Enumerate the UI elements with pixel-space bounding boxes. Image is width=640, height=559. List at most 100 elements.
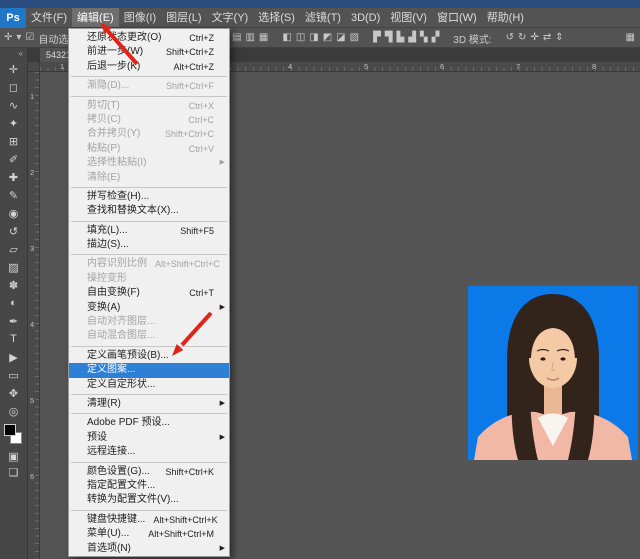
3d-slide-icon[interactable]: ⇄ bbox=[543, 28, 551, 48]
align-top-edges-icon[interactable]: ◩ bbox=[323, 28, 332, 48]
quick-mask-icon[interactable]: ▣ bbox=[0, 448, 27, 464]
3d-roll-icon[interactable]: ↻ bbox=[518, 28, 526, 48]
menu-item-stroke[interactable]: 描边(S)... bbox=[69, 238, 229, 252]
menu-item-free-transform[interactable]: 自由变换(F) Ctrl+T bbox=[69, 286, 229, 300]
menu-item-menus[interactable]: 菜单(U)... Alt+Shift+Ctrl+M bbox=[69, 527, 229, 541]
distribute-left-edges-icon[interactable]: ▟ bbox=[408, 28, 416, 48]
blur-tool-icon[interactable]: ✽ bbox=[0, 276, 27, 294]
menu-type[interactable]: 文字(Y) bbox=[207, 8, 254, 27]
menu-item-copy-merged[interactable]: 合并拷贝(Y) Shift+Ctrl+C bbox=[69, 127, 229, 141]
menu-item-content-aware-scale[interactable]: 内容识别比例 Alt+Shift+Ctrl+C bbox=[69, 257, 229, 271]
eraser-tool-icon[interactable]: ▱ bbox=[0, 240, 27, 258]
marquee-tool-icon[interactable]: ◻ bbox=[0, 78, 27, 96]
menu-item-fill[interactable]: 填充(L)... Shift+F5 bbox=[69, 224, 229, 238]
menu-item-clear[interactable]: 清除(E) bbox=[69, 171, 229, 185]
menu-item-undo-state-change[interactable]: 还原状态更改(O) Ctrl+Z bbox=[69, 31, 229, 45]
collapse-panel-icon[interactable]: « bbox=[0, 48, 27, 60]
dodge-tool-icon[interactable]: ◐ bbox=[0, 294, 27, 312]
lasso-tool-icon[interactable]: ∿ bbox=[0, 96, 27, 114]
menu-3d[interactable]: 3D(D) bbox=[346, 8, 385, 27]
menu-item-adobe-pdf-presets[interactable]: Adobe PDF 预设... bbox=[69, 416, 229, 430]
menu-item-define-pattern[interactable]: 定义图案... bbox=[69, 363, 229, 377]
crop-tool-icon[interactable]: ⊞ bbox=[0, 132, 27, 150]
3d-scale-icon[interactable]: ⇕ bbox=[555, 28, 563, 48]
eyedropper-tool-icon[interactable]: ✐ bbox=[0, 150, 27, 168]
menu-file[interactable]: 文件(F) bbox=[26, 8, 72, 27]
menu-item-transform[interactable]: 变换(A) ▶ bbox=[69, 301, 229, 315]
menu-item-auto-align-layers[interactable]: 自动对齐图层... bbox=[69, 315, 229, 329]
menu-item-paste-special[interactable]: 选择性粘贴(I) ▶ bbox=[69, 156, 229, 170]
photo-eye-right bbox=[560, 357, 565, 360]
quick-selection-tool-icon[interactable]: ✦ bbox=[0, 114, 27, 132]
menu-item-puppet-warp[interactable]: 操控变形 bbox=[69, 272, 229, 286]
menu-window[interactable]: 窗口(W) bbox=[432, 8, 482, 27]
menu-item-define-custom-shape[interactable]: 定义自定形状... bbox=[69, 378, 229, 392]
3d-drag-icon[interactable]: ✛ bbox=[530, 28, 538, 48]
path-selection-tool-icon[interactable]: ▶ bbox=[0, 348, 27, 366]
menu-item-color-settings[interactable]: 颜色设置(G)... Shift+Ctrl+K bbox=[69, 465, 229, 479]
menu-item-define-brush-preset[interactable]: 定义画笔预设(B)... bbox=[69, 349, 229, 363]
menu-bar-items: 文件(F)编辑(E)图像(I)图层(L)文字(Y)选择(S)滤镜(T)3D(D)… bbox=[26, 8, 529, 27]
brush-tool-icon[interactable]: ✎ bbox=[0, 186, 27, 204]
menu-view[interactable]: 视图(V) bbox=[385, 8, 432, 27]
menu-image[interactable]: 图像(I) bbox=[119, 8, 161, 27]
menu-item-remote-connections[interactable]: 远程连接... bbox=[69, 445, 229, 459]
distribute-right-edges-icon[interactable]: ▞ bbox=[432, 28, 440, 48]
hand-tool-icon[interactable]: ✥ bbox=[0, 384, 27, 402]
menu-item-find-and-replace-text[interactable]: 查找和替换文本(X)... bbox=[69, 204, 229, 218]
align-vertical-centers-icon[interactable]: ◪ bbox=[336, 28, 345, 48]
menu-item-paste[interactable]: 粘贴(P) Ctrl+V bbox=[69, 142, 229, 156]
align-horizontal-centers-icon[interactable]: ◫ bbox=[296, 28, 305, 48]
move-tool-icon[interactable]: ✛ bbox=[0, 60, 27, 78]
menu-item-keyboard-shortcuts[interactable]: 键盘快捷键... Alt+Shift+Ctrl+K bbox=[69, 513, 229, 527]
menu-item-preferences[interactable]: 首选项(N) ▶ bbox=[69, 542, 229, 556]
align-right-edges-icon[interactable]: ◨ bbox=[309, 28, 318, 48]
tool-list-bottom: ▣❏ bbox=[0, 448, 27, 480]
show-transform-controls-icon[interactable]: ▤ bbox=[232, 28, 241, 48]
photoshop-logo: Ps bbox=[0, 8, 26, 28]
zoom-tool-icon[interactable]: ◎ bbox=[0, 402, 27, 420]
menu-item-auto-blend-layers[interactable]: 自动混合图层... bbox=[69, 329, 229, 343]
menu-item-assign-profile[interactable]: 指定配置文件... bbox=[69, 479, 229, 493]
dropdown-caret-icon[interactable]: ▾ bbox=[16, 28, 21, 48]
distribute-vertical-centers-icon[interactable]: ▜ bbox=[385, 28, 393, 48]
distribute-horizontal-centers-icon[interactable]: ▚ bbox=[420, 28, 428, 48]
menu-filter[interactable]: 滤镜(T) bbox=[300, 8, 346, 27]
vertical-ruler[interactable]: 123456 bbox=[28, 72, 40, 559]
menu-layer[interactable]: 图层(L) bbox=[161, 8, 206, 27]
menu-item-step-backward[interactable]: 后退一步(K) Alt+Ctrl+Z bbox=[69, 60, 229, 74]
distribute-top-edges-icon[interactable]: ▛ bbox=[373, 28, 381, 48]
auto-select-checkbox-icon[interactable]: ☑ bbox=[25, 28, 34, 48]
id-photo[interactable] bbox=[468, 286, 638, 460]
move-tool-preset-icon[interactable]: ✛ bbox=[4, 28, 12, 48]
clone-stamp-tool-icon[interactable]: ◉ bbox=[0, 204, 27, 222]
type-tool-icon[interactable]: T bbox=[0, 330, 27, 348]
menu-item-convert-to-profile[interactable]: 转换为配置文件(V)... bbox=[69, 493, 229, 507]
history-brush-tool-icon[interactable]: ↺ bbox=[0, 222, 27, 240]
menu-item-check-spelling[interactable]: 拼写检查(H)... bbox=[69, 190, 229, 204]
gradient-tool-icon[interactable]: ▨ bbox=[0, 258, 27, 276]
screen-mode-icon[interactable]: ❏ bbox=[0, 464, 27, 480]
window-titlebar bbox=[0, 0, 640, 8]
menu-item-fade[interactable]: 渐隐(D)... Shift+Ctrl+F bbox=[69, 79, 229, 93]
grid-options-icon[interactable]: ▦ bbox=[259, 28, 268, 48]
tools-panel: « ✛◻∿✦⊞✐✚✎◉↺▱▨✽◐✒T▶▭✥◎ ▣❏ bbox=[0, 48, 28, 559]
menu-help[interactable]: 帮助(H) bbox=[482, 8, 529, 27]
menu-item-step-forward[interactable]: 前进一步(W) Shift+Ctrl+Z bbox=[69, 45, 229, 59]
pen-tool-icon[interactable]: ✒ bbox=[0, 312, 27, 330]
menu-select[interactable]: 选择(S) bbox=[253, 8, 300, 27]
menu-item-purge[interactable]: 清理(R) ▶ bbox=[69, 397, 229, 411]
foreground-color-swatch[interactable] bbox=[4, 424, 16, 436]
shape-tool-icon[interactable]: ▭ bbox=[0, 366, 27, 384]
workspace-switcher-icon[interactable]: ▦ bbox=[626, 28, 635, 48]
align-bottom-edges-icon[interactable]: ▧ bbox=[350, 28, 359, 48]
menu-item-copy[interactable]: 拷贝(C) Ctrl+C bbox=[69, 113, 229, 127]
distribute-bottom-edges-icon[interactable]: ▙ bbox=[396, 28, 404, 48]
healing-brush-tool-icon[interactable]: ✚ bbox=[0, 168, 27, 186]
align-panel-icon[interactable]: ▥ bbox=[245, 28, 254, 48]
3d-orbit-icon[interactable]: ↺ bbox=[506, 28, 514, 48]
menu-edit[interactable]: 编辑(E) bbox=[72, 8, 119, 27]
menu-item-cut[interactable]: 剪切(T) Ctrl+X bbox=[69, 99, 229, 113]
align-left-edges-icon[interactable]: ◧ bbox=[282, 28, 291, 48]
menu-item-presets[interactable]: 预设 ▶ bbox=[69, 431, 229, 445]
